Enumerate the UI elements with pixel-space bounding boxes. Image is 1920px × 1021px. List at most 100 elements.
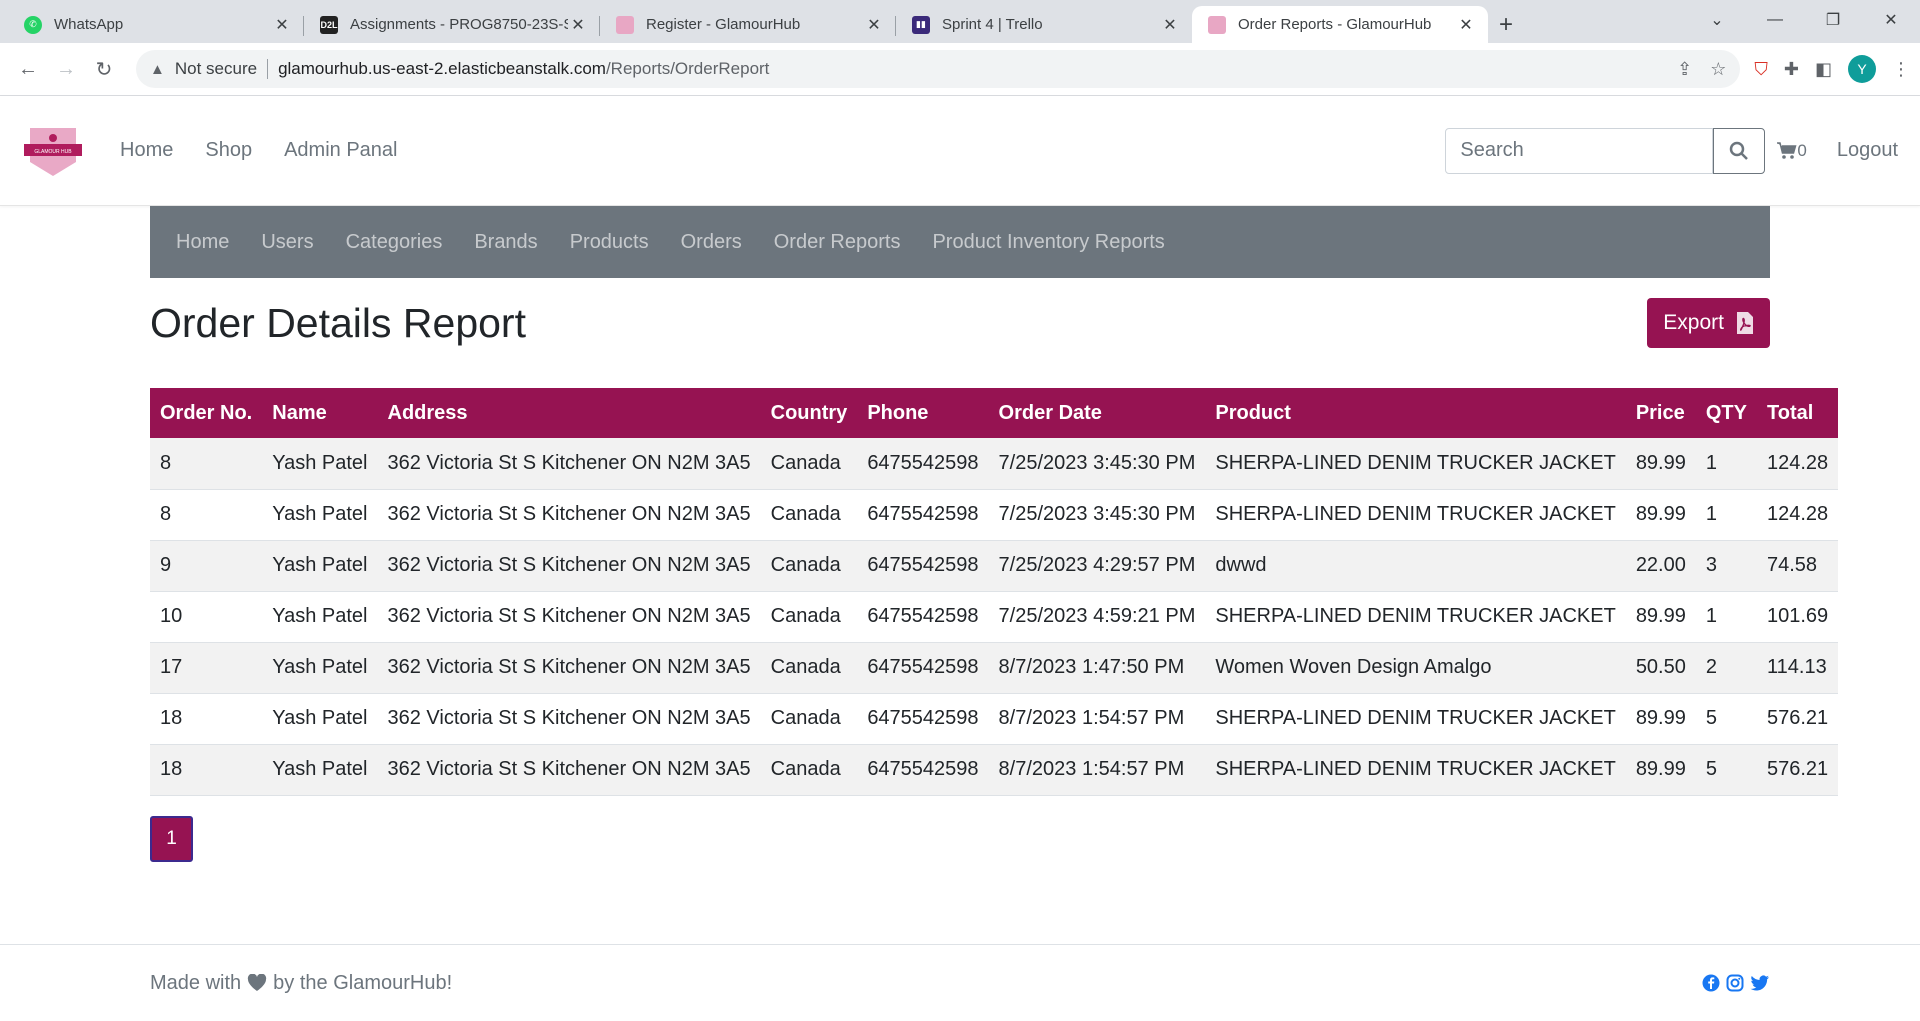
glamourhub-logo[interactable]: GLAMOUR HUB [22,124,84,178]
cell-order-date: 7/25/2023 3:45:30 PM [988,489,1206,541]
back-icon[interactable]: ← [10,51,46,87]
cart-link[interactable]: 0 [1777,140,1807,161]
cell-order-no: 18 [150,744,263,796]
address-bar[interactable]: ▲ Not secure glamourhub.us-east-2.elasti… [136,50,1741,88]
tab-search-icon[interactable]: ⌄ [1688,0,1746,40]
d2l-icon: D2L [320,15,338,34]
admin-nav-categories[interactable]: Categories [346,231,443,254]
tab-close-icon[interactable]: ✕ [1456,15,1476,35]
cart-count: 0 [1797,140,1807,160]
cell-address: 362 Victoria St S Kitchener ON N2M 3A5 [377,642,761,694]
cell-product: Women Woven Design Amalgo [1205,642,1626,694]
cell-name: Yash Patel [262,744,378,796]
facebook-icon[interactable] [1702,974,1720,992]
cart-icon [1777,141,1797,159]
cell-price: 89.99 [1625,693,1696,745]
admin-nav-order-reports[interactable]: Order Reports [774,231,901,254]
menu-icon[interactable]: ⋮ [1892,59,1910,80]
page-button-1[interactable]: 1 [150,815,193,862]
cell-order-date: 8/7/2023 1:47:50 PM [988,642,1206,694]
cell-name: Yash Patel [262,489,378,541]
cell-total: 576.21 [1757,744,1839,796]
cell-name: Yash Patel [262,693,378,745]
admin-nav-users[interactable]: Users [261,231,313,254]
cell-phone: 6475542598 [857,591,989,643]
browser-tab-order-reports[interactable]: Order Reports - GlamourHub ✕ [1192,6,1488,43]
cell-qty: 5 [1695,693,1757,745]
tab-close-icon[interactable]: ✕ [864,15,884,35]
nav-home[interactable]: Home [120,139,173,162]
cell-address: 362 Victoria St S Kitchener ON N2M 3A5 [377,489,761,541]
admin-nav-brands[interactable]: Brands [474,231,537,254]
tab-close-icon[interactable]: ✕ [568,15,588,35]
search-group [1445,127,1766,174]
main-container: Home Users Categories Brands Products Or… [150,206,1839,862]
col-product: Product [1215,401,1291,424]
glamourhub-favicon-icon [616,15,634,34]
nav-shop[interactable]: Shop [205,139,252,162]
cell-name: Yash Patel [262,438,378,490]
cell-country: Canada [760,591,858,643]
cell-total: 124.28 [1757,489,1839,541]
col-order-date: Order Date [998,401,1102,424]
tab-close-icon[interactable]: ✕ [1160,15,1180,35]
logout-link[interactable]: Logout [1837,139,1898,162]
browser-tab-register[interactable]: Register - GlamourHub ✕ [600,6,896,43]
extension-shield-icon[interactable]: ⛉ [1754,59,1768,80]
export-button[interactable]: Export [1647,298,1770,348]
cell-order-date: 7/25/2023 4:29:57 PM [988,540,1206,592]
col-name: Name [272,401,327,424]
new-tab-icon[interactable]: + [1488,6,1524,43]
admin-nav-products[interactable]: Products [570,231,649,254]
cell-country: Canada [760,642,858,694]
share-icon[interactable]: ⇪ [1677,59,1692,80]
tab-title: Register - GlamourHub [646,16,801,33]
window-close-icon[interactable]: ✕ [1862,0,1920,40]
security-label[interactable]: Not secure [175,59,257,79]
puzzle-icon[interactable]: ✚ [1784,59,1799,80]
cell-product: SHERPA-LINED DENIM TRUCKER JACKET [1205,438,1626,490]
cell-address: 362 Victoria St S Kitchener ON N2M 3A5 [377,438,761,490]
cell-price: 22.00 [1625,540,1696,592]
warning-icon: ▲ [150,60,165,78]
browser-tabstrip: ✆ WhatsApp ✕ D2L Assignments - PROG8750-… [0,0,1920,43]
admin-nav-home[interactable]: Home [176,231,229,254]
twitter-icon[interactable] [1750,974,1770,992]
cell-order-no: 18 [150,693,263,745]
cell-country: Canada [760,438,858,490]
admin-nav-product-inventory-reports[interactable]: Product Inventory Reports [932,231,1164,254]
tab-title: Sprint 4 | Trello [942,16,1043,33]
admin-nav-orders[interactable]: Orders [681,231,742,254]
cell-phone: 6475542598 [857,540,989,592]
minimize-icon[interactable]: — [1746,0,1804,40]
table-row: 18 Yash Patel 362 Victoria St S Kitchener … [150,693,1839,745]
search-button[interactable] [1713,127,1766,174]
cell-qty: 1 [1695,489,1757,541]
footer-text: Made with by the GlamourHub! [150,972,452,995]
table-row: 8 Yash Patel 362 Victoria St S Kitchener O… [150,438,1839,490]
browser-tab-assignments[interactable]: D2L Assignments - PROG8750-23S-Se ✕ [304,6,600,43]
reload-icon[interactable]: ↻ [86,51,122,87]
cell-phone: 6475542598 [857,489,989,541]
cell-phone: 6475542598 [857,642,989,694]
nav-admin-panel[interactable]: Admin Panal [284,139,397,162]
footer-made-with: Made with [150,971,242,994]
profile-avatar[interactable]: Y [1848,55,1876,83]
browser-tab-trello[interactable]: ▮▮ Sprint 4 | Trello ✕ [896,6,1192,43]
cell-address: 362 Victoria St S Kitchener ON N2M 3A5 [377,540,761,592]
bookmark-star-icon[interactable]: ☆ [1710,59,1726,80]
main-nav: Home Shop Admin Panal [120,139,397,162]
search-input[interactable] [1445,127,1714,174]
browser-tab-whatsapp[interactable]: ✆ WhatsApp ✕ [8,6,304,43]
cell-total: 101.69 [1757,591,1839,643]
footer-by: by the GlamourHub! [273,971,453,994]
admin-nav: Home Users Categories Brands Products Or… [150,206,1770,278]
tab-close-icon[interactable]: ✕ [272,15,292,35]
side-panel-icon[interactable]: ◧ [1815,59,1832,80]
forward-icon[interactable]: → [48,51,84,87]
cell-country: Canada [760,744,858,796]
instagram-icon[interactable] [1726,974,1744,992]
cell-country: Canada [760,489,858,541]
restore-icon[interactable]: ❐ [1804,0,1862,40]
cell-qty: 2 [1695,642,1757,694]
